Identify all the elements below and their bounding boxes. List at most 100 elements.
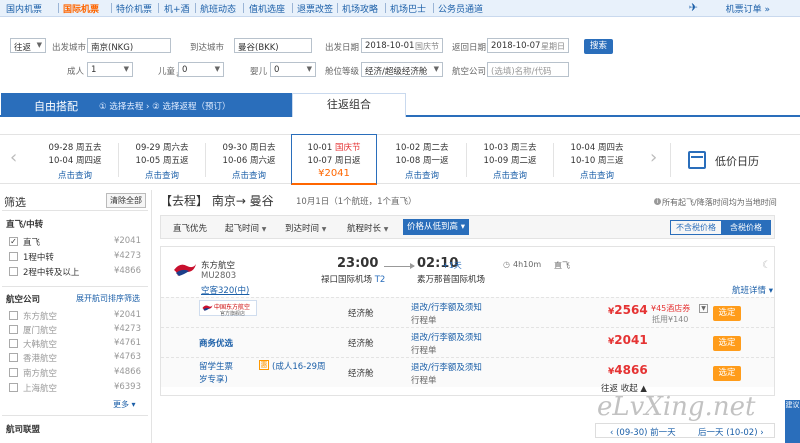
hotel-coupon-tag: ¥45酒店券 xyxy=(651,304,691,313)
search-form: 往返 ▼ 出发城市 南京(NKG) ⇄ 到达城市 曼谷(BKK) 出发日期 20… xyxy=(0,30,800,82)
nav-refund[interactable]: 退票改签 xyxy=(297,2,333,15)
checkbox[interactable] xyxy=(9,383,18,392)
infant-select[interactable]: 0 ▼ xyxy=(270,62,316,77)
infant-value: 0 xyxy=(274,65,280,75)
checkbox[interactable] xyxy=(9,267,18,276)
chevron-down-icon: ▾ xyxy=(460,222,465,232)
calendar-icon[interactable] xyxy=(688,151,706,169)
date-option[interactable]: 10-02 周二去 10-08 周一返 点击查询 xyxy=(379,135,465,183)
nav-special[interactable]: 特价机票 xyxy=(116,2,152,15)
date-option[interactable]: 09-28 周五去 10-04 周四返 点击查询 xyxy=(32,135,118,183)
date-option[interactable]: 10-03 周三去 10-09 周二返 点击查询 xyxy=(467,135,553,183)
tax-included-option[interactable]: 含税价格 xyxy=(721,221,771,234)
select-button[interactable]: 选定 xyxy=(713,366,741,381)
filter-option-2-stops[interactable]: 2程中转及以上 ¥4866 xyxy=(9,266,141,278)
clear-all-button[interactable]: 清除全部 xyxy=(106,193,146,208)
checkbox[interactable] xyxy=(9,339,18,348)
rules-link[interactable]: 退改/行李额及须知 xyxy=(411,331,482,343)
next-day-link[interactable]: 后一天 (10-02) › xyxy=(698,426,764,438)
tab-round-trip[interactable]: 往返组合 xyxy=(292,93,406,117)
filter-airline[interactable]: 香港航空 ¥4763 xyxy=(9,352,141,364)
date-query-link[interactable]: 点击查询 xyxy=(206,169,292,181)
date-option-selected[interactable]: 10-01 国庆节 10-07 周日返 ¥2041 xyxy=(291,134,377,185)
nav-flight-hotel[interactable]: 机+酒 xyxy=(164,2,190,15)
flight-details-link[interactable]: 航班详情 ▾ xyxy=(732,284,773,296)
student-fare-label[interactable]: 留学生票 xyxy=(199,360,233,372)
date-query-link[interactable]: 点击查询 xyxy=(467,169,553,181)
business-select-label[interactable]: 商务优选 xyxy=(199,337,233,349)
return-date-input[interactable]: 2018-10-07 星期日 xyxy=(487,38,569,53)
date-query-link[interactable]: 点击查询 xyxy=(119,169,205,181)
sort-arrival[interactable]: 到达时间 ▼ xyxy=(285,222,326,234)
day-navigation: ‹ (09-30) 前一天 后一天 (10-02) › xyxy=(595,423,775,438)
checkbox[interactable]: ✓ xyxy=(9,237,18,246)
date-option[interactable]: 10-04 周四去 10-10 周三返 点击查询 xyxy=(554,135,640,183)
chevron-right-icon[interactable]: › xyxy=(650,147,657,168)
aircraft-type-link[interactable]: 空客320(中) xyxy=(201,284,249,296)
tab-free-steps: ① 选择去程 › ② 选择返程（预订） xyxy=(99,102,231,112)
feedback-side-tab[interactable]: 建议 xyxy=(785,400,800,443)
rules-link[interactable]: 退改/行李额及须知 xyxy=(411,361,482,373)
date-option[interactable]: 09-29 周六去 10-05 周五返 点击查询 xyxy=(119,135,205,183)
chevron-left-icon[interactable]: ‹ xyxy=(10,147,17,168)
filter-airline[interactable]: 大韩航空 ¥4761 xyxy=(9,338,141,350)
rules-link[interactable]: 退改/行李额及须知 xyxy=(411,301,482,313)
tax-excluded-option[interactable]: 不含税价格 xyxy=(671,221,721,234)
filter-airline[interactable]: 东方航空 ¥2041 xyxy=(9,310,141,322)
airline-section-title: 航空公司 xyxy=(6,295,41,305)
from-city-input[interactable]: 南京(NKG) xyxy=(87,38,171,53)
child-select[interactable]: 0 ▼ xyxy=(178,62,224,77)
filter-airline[interactable]: 南方航空 ¥4866 xyxy=(9,367,141,379)
route-title: 【去程】 南京→ 曼谷 xyxy=(160,194,274,208)
nav-airport-guide[interactable]: 机场攻略 xyxy=(342,2,378,15)
filter-airline[interactable]: 厦门航空 ¥4273 xyxy=(9,324,141,336)
checkbox[interactable] xyxy=(9,325,18,334)
filter-option-1-stop[interactable]: 1程中转 ¥4273 xyxy=(9,251,141,263)
sort-departure[interactable]: 起飞时间 ▼ xyxy=(225,222,266,234)
date-query-link[interactable]: 点击查询 xyxy=(379,169,465,181)
date-query-link[interactable]: 点击查询 xyxy=(554,169,640,181)
to-city-input[interactable]: 曼谷(BKK) xyxy=(234,38,312,53)
flight-card: 东方航空 MU2803 空客320(中) 23:00 禄口国际机场 T2 02:… xyxy=(160,246,775,396)
filter-option-direct[interactable]: ✓ 直飞 ¥2041 xyxy=(9,236,141,248)
nav-civil-servant[interactable]: 公务员通道 xyxy=(438,2,483,15)
nav-flight-status[interactable]: 航班动态 xyxy=(200,2,236,15)
order-link[interactable]: 机票订单 » xyxy=(726,2,770,15)
cabin-select[interactable]: 经济/超级经济舱 ▼ xyxy=(361,62,443,77)
nav-separator xyxy=(385,3,386,13)
date-query-link[interactable]: 点击查询 xyxy=(32,169,118,181)
nav-airport-bus[interactable]: 机场巴士 xyxy=(390,2,426,15)
chevron-down-icon: ▼ xyxy=(123,65,129,73)
badge-subtitle: 官方旗舰店 xyxy=(220,311,246,317)
nav-checkin[interactable]: 值机选座 xyxy=(249,2,285,15)
checkbox[interactable] xyxy=(9,311,18,320)
nav-international[interactable]: 国际机票 xyxy=(63,2,99,15)
tab-free-combo[interactable]: 自由搭配 ① 选择去程 › ② 选择返程（预订） xyxy=(1,93,292,117)
search-button[interactable]: 搜索 xyxy=(584,39,613,54)
sort-direct-first[interactable]: 直飞优先 xyxy=(173,222,207,234)
expand-airline-sort-link[interactable]: 展开航司排序筛选 xyxy=(76,293,140,304)
nav-domestic[interactable]: 国内机票 xyxy=(6,2,42,15)
sort-duration[interactable]: 航程时长 ▼ xyxy=(347,222,388,234)
checkbox[interactable] xyxy=(9,353,18,362)
filter-option-label: 上海航空 xyxy=(23,384,58,394)
previous-day-link[interactable]: ‹ (09-30) 前一天 xyxy=(610,426,676,438)
return-date-label: 返回日期 xyxy=(452,43,487,53)
airline-input[interactable]: (选填)名称/代码 xyxy=(487,62,569,77)
select-button[interactable]: 选定 xyxy=(713,306,741,321)
adult-select[interactable]: 1 ▼ xyxy=(87,62,133,77)
depart-date-input[interactable]: 2018-10-01 国庆节 xyxy=(361,38,443,53)
checkbox[interactable] xyxy=(9,368,18,377)
trip-type-select[interactable]: 往返 ▼ xyxy=(10,38,46,53)
select-button[interactable]: 选定 xyxy=(713,336,741,351)
filter-airline[interactable]: 上海航空 ¥6393 xyxy=(9,382,141,394)
checkbox[interactable] xyxy=(9,252,18,261)
chevron-down-icon[interactable]: ▼ xyxy=(699,304,708,313)
nav-separator xyxy=(111,3,112,13)
sort-price-asc[interactable]: 价格从低到高 ▾ xyxy=(403,219,469,235)
more-airlines-link[interactable]: 更多 ▾ xyxy=(113,399,136,410)
low-price-calendar-link[interactable]: 低价日历 xyxy=(715,153,759,169)
date-option[interactable]: 09-30 周日去 10-06 周六返 点击查询 xyxy=(206,135,292,183)
fare-price: ¥2041 xyxy=(608,333,648,347)
trip-type-value: 往返 xyxy=(14,43,32,53)
